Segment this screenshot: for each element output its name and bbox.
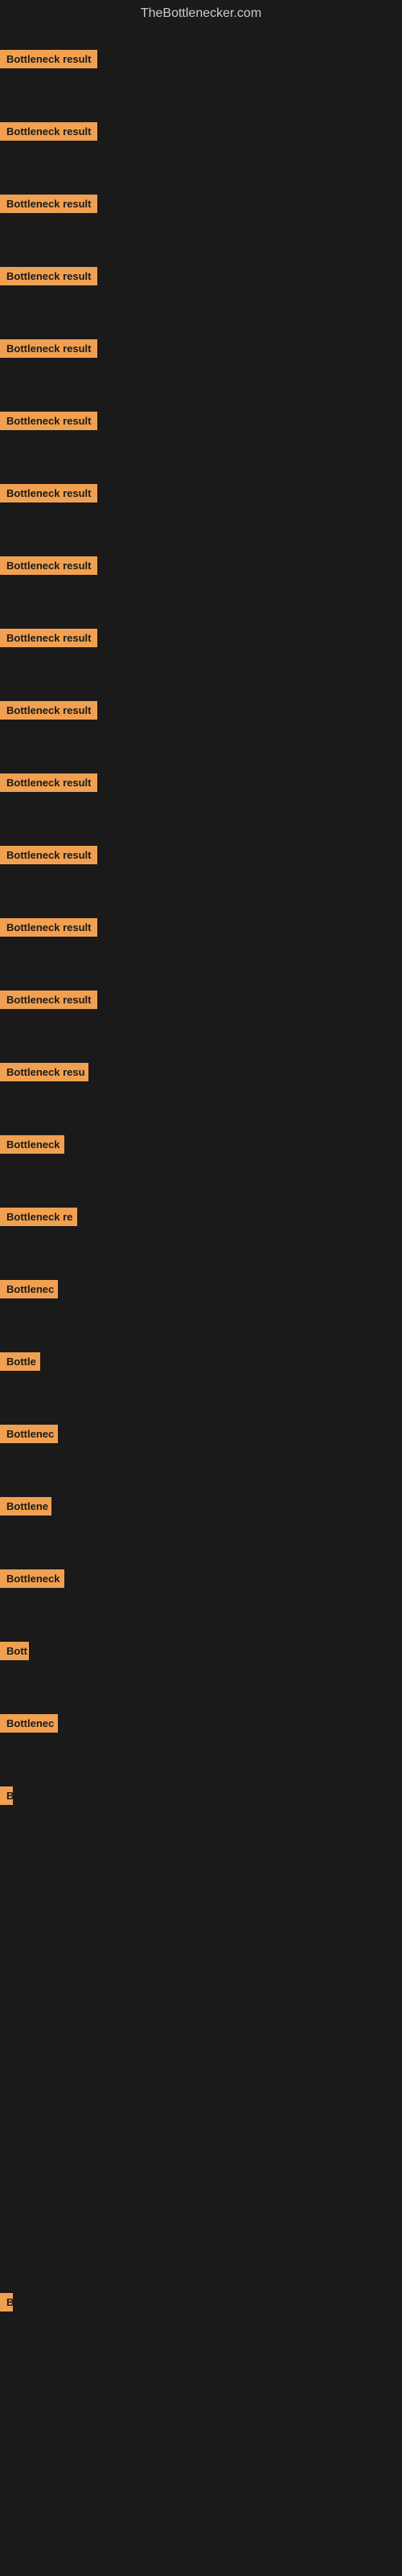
bottleneck-item: Bottleneck result	[0, 918, 97, 941]
bottleneck-badge[interactable]: Bottleneck result	[0, 50, 97, 68]
bottleneck-badge[interactable]: Bott	[0, 1642, 29, 1660]
bottleneck-item: Bottlenec	[0, 1425, 58, 1447]
bottleneck-badge[interactable]: Bottlenec	[0, 1280, 58, 1298]
bottleneck-item: Bottle	[0, 1352, 40, 1375]
bottleneck-badge[interactable]: Bottleneck result	[0, 556, 97, 575]
bottleneck-item: Bottleneck	[0, 1569, 64, 1592]
bottleneck-badge[interactable]: Bottleneck	[0, 1135, 64, 1154]
bottleneck-item: Bottleneck result	[0, 339, 97, 362]
bottleneck-item: Bottlenec	[0, 1714, 58, 1737]
bottleneck-badge[interactable]: Bottleneck result	[0, 122, 97, 141]
bottleneck-item: Bottleneck result	[0, 846, 97, 868]
bottleneck-item: Bottleneck result	[0, 122, 97, 145]
bottleneck-item: Bottleneck result	[0, 412, 97, 434]
bottleneck-item: Bottleneck result	[0, 267, 97, 289]
bottleneck-item: Bottleneck result	[0, 195, 97, 217]
bottleneck-badge[interactable]: B	[0, 1786, 13, 1805]
bottleneck-badge[interactable]: Bottleneck result	[0, 484, 97, 502]
bottleneck-badge[interactable]: Bottleneck result	[0, 991, 97, 1009]
bottleneck-badge[interactable]: Bottleneck result	[0, 846, 97, 864]
bottleneck-item: Bottleneck re	[0, 1208, 77, 1230]
bottleneck-badge[interactable]: Bottleneck result	[0, 195, 97, 213]
bottleneck-badge[interactable]: B	[0, 2293, 13, 2311]
bottleneck-badge[interactable]: Bottleneck result	[0, 701, 97, 720]
bottleneck-item: Bottleneck result	[0, 629, 97, 651]
bottleneck-badge[interactable]: Bottleneck re	[0, 1208, 77, 1226]
bottleneck-badge[interactable]: Bottleneck resu	[0, 1063, 88, 1081]
bottleneck-badge[interactable]: Bottleneck	[0, 1569, 64, 1588]
bottleneck-badge[interactable]: Bottleneck result	[0, 918, 97, 937]
bottleneck-item: Bottlene	[0, 1497, 51, 1520]
bottleneck-badge[interactable]: Bottleneck result	[0, 412, 97, 430]
bottleneck-badge[interactable]: Bottleneck result	[0, 339, 97, 358]
bottleneck-badge[interactable]: Bottlenec	[0, 1714, 58, 1733]
bottleneck-item: Bottleneck result	[0, 991, 97, 1013]
bottleneck-badge[interactable]: Bottlene	[0, 1497, 51, 1516]
site-title: TheBottlenecker.com	[0, 0, 402, 27]
bottleneck-item: Bottlenec	[0, 1280, 58, 1302]
bottleneck-item: Bottleneck result	[0, 484, 97, 507]
bottleneck-badge[interactable]: Bottle	[0, 1352, 40, 1371]
bottleneck-item: B	[0, 1786, 13, 1809]
bottleneck-item: B	[0, 2293, 13, 2316]
bottleneck-item: Bottleneck result	[0, 701, 97, 724]
bottleneck-item: Bottleneck result	[0, 50, 97, 72]
bottleneck-item: Bottleneck result	[0, 773, 97, 796]
bottleneck-item: Bottleneck resu	[0, 1063, 88, 1085]
bottleneck-badge[interactable]: Bottleneck result	[0, 267, 97, 285]
bottleneck-badge[interactable]: Bottleneck result	[0, 629, 97, 647]
bottleneck-badge[interactable]: Bottleneck result	[0, 773, 97, 792]
bottleneck-item: Bottleneck result	[0, 556, 97, 579]
bottleneck-item: Bottleneck	[0, 1135, 64, 1158]
bottleneck-item: Bott	[0, 1642, 29, 1664]
bottleneck-badge[interactable]: Bottlenec	[0, 1425, 58, 1443]
